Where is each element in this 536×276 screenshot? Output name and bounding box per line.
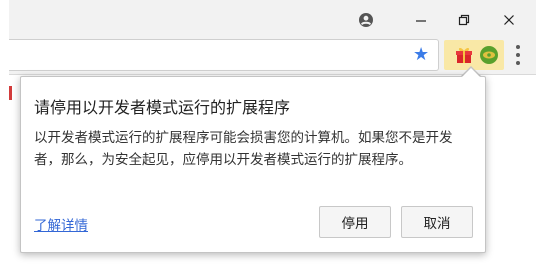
close-icon[interactable] <box>497 8 521 32</box>
disable-button[interactable]: 停用 <box>319 206 391 238</box>
address-bar[interactable]: ★ <box>9 39 439 71</box>
account-icon[interactable] <box>354 8 378 32</box>
browser-toolbar: ★ <box>9 36 536 74</box>
popup-arrow-fill <box>461 68 481 78</box>
page-edge-mark <box>9 86 12 100</box>
restore-icon[interactable] <box>452 8 476 32</box>
vertical-dots-menu-icon[interactable] <box>515 45 521 65</box>
cancel-button[interactable]: 取消 <box>401 206 473 238</box>
star-icon[interactable]: ★ <box>413 46 429 64</box>
green-circle-extension-icon[interactable] <box>479 45 499 65</box>
minimize-icon[interactable] <box>409 8 433 32</box>
gift-extension-icon[interactable] <box>454 45 474 65</box>
developer-mode-warning-popup: 请停用以开发者模式运行的扩展程序 以开发者模式运行的扩展程序可能会损害您的计算机… <box>20 76 486 253</box>
popup-message: 以开发者模式运行的扩展程序可能会损害您的计算机。如果您不是开发者，那么，为安全起… <box>34 130 453 168</box>
popup-title: 请停用以开发者模式运行的扩展程序 <box>34 98 291 117</box>
title-bar <box>9 0 536 36</box>
learn-more-link[interactable]: 了解详情 <box>34 214 88 234</box>
